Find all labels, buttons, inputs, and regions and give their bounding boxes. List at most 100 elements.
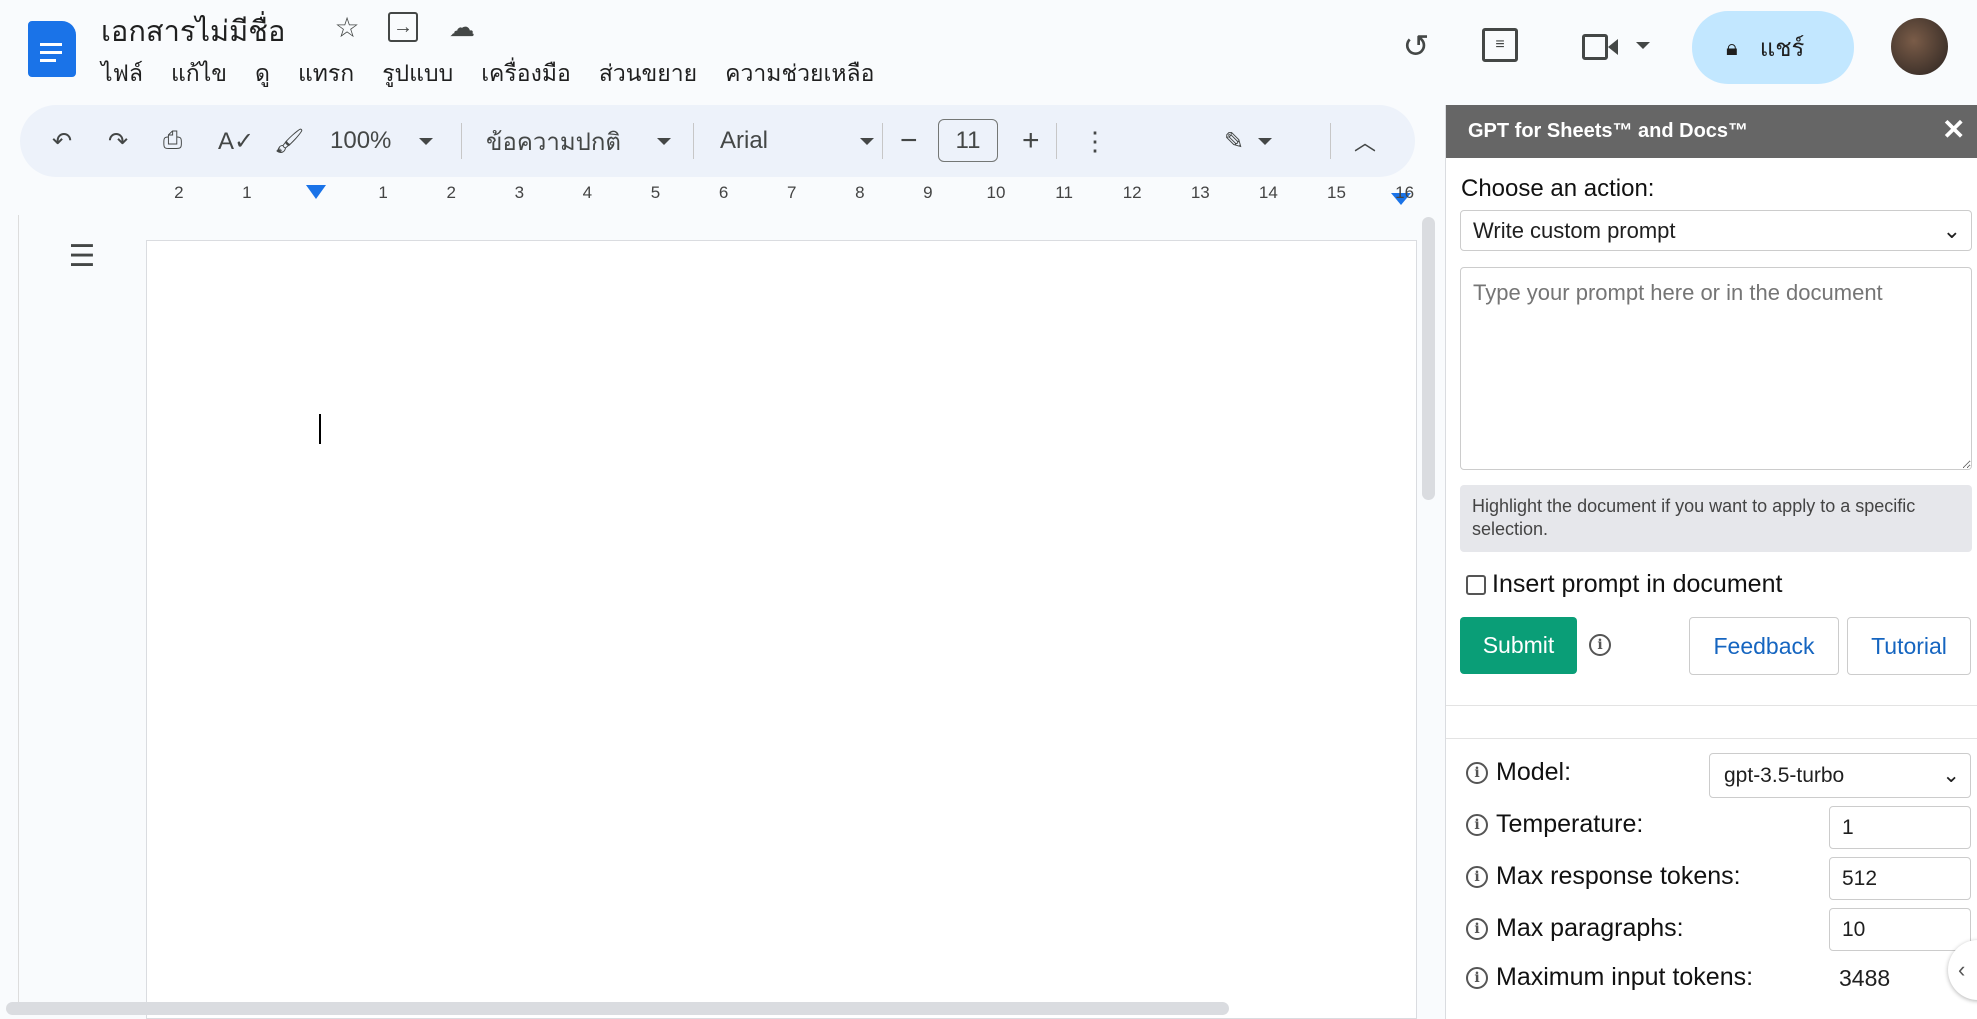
- docs-logo[interactable]: [28, 21, 76, 77]
- style-select[interactable]: ข้อความปกติ: [486, 105, 671, 177]
- chevron-down-icon: ⌄: [1942, 217, 1961, 243]
- style-value: ข้อความปกติ: [486, 128, 621, 156]
- vertical-scrollbar[interactable]: [1422, 217, 1435, 500]
- ruler-number: 1: [378, 183, 388, 202]
- horizontal-scrollbar[interactable]: [6, 1002, 1229, 1015]
- menu-item[interactable]: ดู: [255, 56, 270, 92]
- ruler-number: 10: [986, 183, 1006, 202]
- ruler-number: 13: [1190, 183, 1210, 202]
- menu-bar: ไฟล์ แก้ไข ดู แทรก รูปแบบ เครื่องมือ ส่วนขยาย ค…: [101, 56, 874, 92]
- insert-prompt-option[interactable]: Insert prompt in document: [1466, 570, 1782, 599]
- model-label: i Model:: [1466, 758, 1571, 787]
- menu-item[interactable]: รูปแบบ: [382, 56, 453, 92]
- max-input-tokens-value: 3488: [1839, 965, 1891, 991]
- meet-icon[interactable]: [1580, 32, 1620, 62]
- decrease-font-size-button[interactable]: −: [900, 105, 918, 177]
- max-paragraphs-label: i Max paragraphs:: [1466, 914, 1684, 943]
- document-title[interactable]: เอกสารไม่มีชื่อ: [101, 8, 285, 54]
- document-page[interactable]: [146, 240, 1417, 1019]
- left-indent-marker[interactable]: [306, 185, 326, 199]
- sidebar-title: GPT for Sheets™ and Docs™: [1468, 120, 1749, 142]
- insert-prompt-checkbox[interactable]: [1466, 574, 1486, 595]
- menu-item[interactable]: ความช่วยเหลือ: [725, 56, 874, 92]
- ruler-number: 9: [923, 183, 933, 202]
- max-response-tokens-input[interactable]: 512: [1829, 857, 1971, 900]
- info-icon[interactable]: i: [1466, 761, 1488, 784]
- choose-action-label: Choose an action:: [1461, 175, 1655, 202]
- info-icon[interactable]: i: [1466, 865, 1488, 888]
- tutorial-button[interactable]: Tutorial: [1847, 617, 1971, 675]
- chevron-down-icon: ⌄: [1942, 764, 1960, 787]
- font-value: Arial: [720, 127, 769, 154]
- close-icon[interactable]: ✕: [1942, 113, 1965, 146]
- toolbar: ↶ ↷ ⎙ A✓ 🖌︎ 100% ข้อความปกติ Arial − 11 …: [20, 105, 1415, 177]
- ruler-number: 6: [718, 183, 729, 202]
- more-options-icon[interactable]: ⋮: [1082, 105, 1108, 177]
- info-icon[interactable]: i: [1466, 966, 1488, 989]
- collapse-menus-icon[interactable]: ︿: [1354, 105, 1376, 177]
- max-response-tokens-label: i Max response tokens:: [1466, 862, 1741, 891]
- version-history-icon[interactable]: ↺: [1395, 25, 1437, 67]
- model-select[interactable]: gpt-3.5-turbo ⌄: [1709, 753, 1971, 798]
- insert-prompt-label: Insert prompt in document: [1492, 570, 1783, 598]
- ruler-number: 7: [786, 183, 797, 202]
- redo-icon[interactable]: ↷: [108, 105, 128, 177]
- divider: [1446, 705, 1977, 706]
- max-paragraphs-input[interactable]: 10: [1829, 908, 1971, 951]
- sidebar-header: GPT for Sheets™ and Docs™: [1446, 105, 1977, 158]
- feedback-button[interactable]: Feedback: [1689, 617, 1839, 675]
- move-folder-icon[interactable]: →: [388, 12, 418, 42]
- ruler-number: 2: [446, 183, 456, 202]
- ruler-number: 16: [1395, 183, 1415, 202]
- selection-note: Highlight the document if you want to ap…: [1460, 485, 1972, 552]
- comments-icon[interactable]: ≡: [1482, 28, 1518, 62]
- document-outline-icon[interactable]: ☰: [64, 240, 100, 273]
- paint-format-icon[interactable]: 🖌︎: [274, 105, 304, 177]
- spellcheck-icon[interactable]: A✓: [218, 105, 254, 177]
- info-icon[interactable]: i: [1466, 917, 1488, 940]
- submit-info-icon[interactable]: i: [1589, 634, 1611, 656]
- editing-mode-icon[interactable]: ✎: [1224, 105, 1273, 177]
- temperature-label: i Temperature:: [1466, 810, 1643, 839]
- action-select[interactable]: Write custom prompt ⌄: [1460, 210, 1972, 251]
- text-cursor: [319, 414, 321, 444]
- ruler-number: 14: [1258, 183, 1278, 202]
- prompt-input[interactable]: [1460, 267, 1972, 470]
- share-button[interactable]: 🔒︎ แชร์: [1692, 11, 1854, 84]
- ruler-number: 8: [855, 183, 865, 202]
- model-value: gpt-3.5-turbo: [1724, 763, 1845, 787]
- info-icon[interactable]: i: [1466, 813, 1488, 836]
- gpt-sidebar: GPT for Sheets™ and Docs™ ✕ Choose an ac…: [1445, 105, 1977, 1019]
- lock-icon: 🔒︎: [1726, 34, 1738, 60]
- menu-item[interactable]: เครื่องมือ: [481, 56, 571, 92]
- meet-caret-icon[interactable]: [1636, 42, 1650, 49]
- submit-button[interactable]: Submit: [1460, 617, 1577, 674]
- ruler-number: 15: [1327, 183, 1346, 202]
- ruler-number: 2: [174, 183, 184, 202]
- star-icon[interactable]: ☆: [330, 10, 364, 44]
- ruler-number: 3: [514, 183, 525, 202]
- action-value: Write custom prompt: [1473, 217, 1676, 243]
- menu-item[interactable]: แก้ไข: [171, 56, 227, 92]
- ruler-number: 4: [582, 183, 593, 202]
- avatar[interactable]: [1891, 18, 1948, 75]
- cloud-saved-icon[interactable]: ☁: [444, 10, 480, 44]
- zoom-value: 100%: [330, 127, 392, 154]
- horizontal-ruler: 2 1 1 2 3 4 5 6 7 8 9 10 11 12 13 14 15 16: [146, 183, 1418, 208]
- menu-item[interactable]: แทรก: [298, 56, 354, 92]
- ruler-number: 1: [242, 183, 252, 202]
- ruler-number: 5: [650, 183, 661, 202]
- font-size-input[interactable]: 11: [938, 119, 998, 162]
- divider: [1446, 738, 1977, 739]
- menu-item[interactable]: ส่วนขยาย: [599, 56, 697, 92]
- undo-icon[interactable]: ↶: [52, 105, 72, 177]
- menu-item[interactable]: ไฟล์: [101, 56, 143, 92]
- temperature-input[interactable]: 1: [1829, 806, 1971, 849]
- font-select[interactable]: Arial: [720, 105, 875, 177]
- share-label: แชร์: [1759, 35, 1805, 62]
- ruler-number: 11: [1055, 183, 1073, 202]
- print-icon[interactable]: ⎙: [163, 105, 182, 177]
- increase-font-size-button[interactable]: +: [1022, 105, 1040, 177]
- vertical-ruler: [0, 215, 19, 1005]
- zoom-select[interactable]: 100%: [330, 105, 434, 177]
